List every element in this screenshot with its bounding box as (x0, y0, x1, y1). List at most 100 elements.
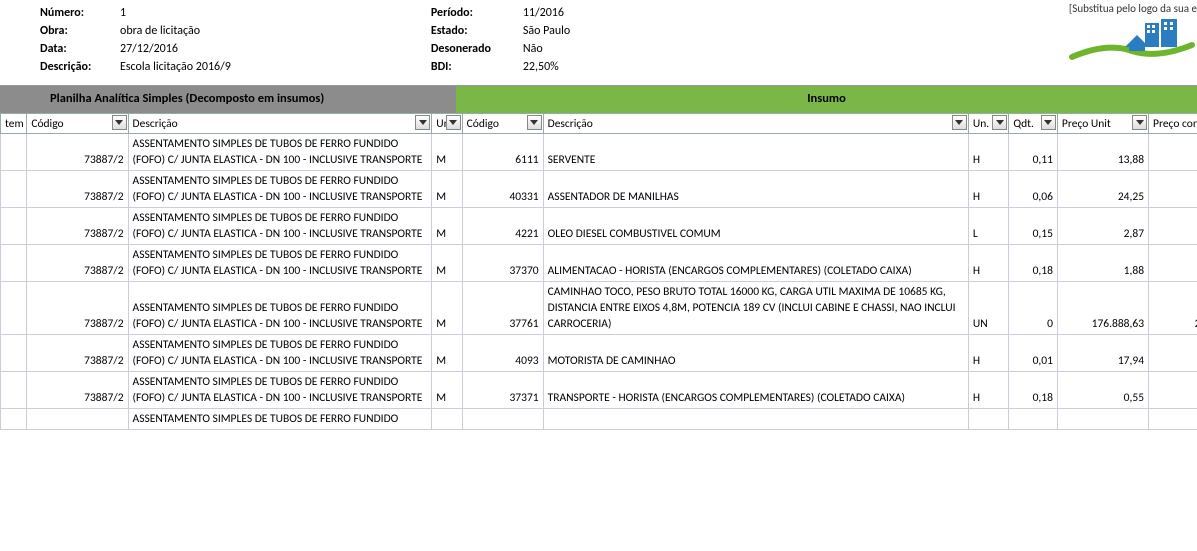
cell-un2[interactable]: UN (968, 282, 1008, 335)
col-codigo2[interactable]: Código (462, 114, 543, 134)
cell-desc2[interactable]: TRANSPORTE - HORISTA (ENCARGOS COMPLEMEN… (543, 372, 968, 409)
cell-codigo2[interactable]: 37371 (462, 372, 543, 409)
filter-dropdown-icon[interactable] (1132, 115, 1147, 130)
filter-dropdown-icon[interactable] (1041, 115, 1056, 130)
table-row[interactable]: 73887/2ASSENTAMENTO SIMPLES DE TUBOS DE … (1, 208, 1197, 245)
filter-dropdown-icon[interactable] (527, 115, 542, 130)
cell-desc2[interactable]: CAMINHAO TOCO, PESO BRUTO TOTAL 16000 KG… (543, 282, 968, 335)
cell-desc1[interactable]: ASSENTAMENTO SIMPLES DE TUBOS DE FERRO F… (128, 208, 432, 245)
col-un2[interactable]: Un. (968, 114, 1008, 134)
cell-item[interactable] (1, 282, 27, 335)
cell-codigo2[interactable]: 6111 (462, 134, 543, 171)
cell-preco[interactable]: 13,88 (1057, 134, 1148, 171)
cell-un1[interactable]: M (432, 208, 462, 245)
cell-item[interactable] (1, 335, 27, 372)
cell-item[interactable] (1, 409, 27, 430)
cell-codigo2[interactable]: 4221 (462, 208, 543, 245)
table-row[interactable]: 73887/2ASSENTAMENTO SIMPLES DE TUBOS DE … (1, 282, 1197, 335)
cell-un2[interactable]: H (968, 372, 1008, 409)
cell-qdt[interactable]: 0,18 (1009, 245, 1058, 282)
table-row[interactable]: 73887/2ASSENTAMENTO SIMPLES DE TUBOS DE … (1, 335, 1197, 372)
cell-preco[interactable] (1057, 409, 1148, 430)
col-preco-con[interactable]: Preço con (1149, 114, 1197, 134)
cell-preco[interactable]: 0,55 (1057, 372, 1148, 409)
table-row[interactable]: ASSENTAMENTO SIMPLES DE TUBOS DE FERRO F… (1, 409, 1197, 430)
col-qdt[interactable]: Qdt. (1009, 114, 1058, 134)
cell-item[interactable] (1, 134, 27, 171)
cell-un1[interactable]: M (432, 282, 462, 335)
cell-item[interactable] (1, 245, 27, 282)
cell-desc2[interactable]: SERVENTE (543, 134, 968, 171)
cell-un1[interactable]: M (432, 171, 462, 208)
cell-desc2[interactable] (543, 409, 968, 430)
cell-precocon[interactable] (1149, 335, 1197, 372)
cell-codigo1[interactable]: 73887/2 (27, 245, 128, 282)
col-preco-unit[interactable]: Preço Unit (1057, 114, 1148, 134)
cell-codigo2[interactable]: 40331 (462, 171, 543, 208)
cell-codigo1[interactable]: 73887/2 (27, 372, 128, 409)
cell-codigo1[interactable]: 73887/2 (27, 208, 128, 245)
table-row[interactable]: 73887/2ASSENTAMENTO SIMPLES DE TUBOS DE … (1, 171, 1197, 208)
cell-item[interactable] (1, 372, 27, 409)
cell-un2[interactable]: H (968, 245, 1008, 282)
cell-un1[interactable]: M (432, 134, 462, 171)
cell-desc1[interactable]: ASSENTAMENTO SIMPLES DE TUBOS DE FERRO F… (128, 245, 432, 282)
cell-un2[interactable]: H (968, 335, 1008, 372)
cell-codigo1[interactable]: 73887/2 (27, 335, 128, 372)
cell-desc2[interactable]: MOTORISTA DE CAMINHAO (543, 335, 968, 372)
cell-desc1[interactable]: ASSENTAMENTO SIMPLES DE TUBOS DE FERRO F… (128, 282, 432, 335)
filter-dropdown-icon[interactable] (992, 115, 1007, 130)
table-row[interactable]: 73887/2ASSENTAMENTO SIMPLES DE TUBOS DE … (1, 372, 1197, 409)
cell-un2[interactable]: L (968, 208, 1008, 245)
cell-desc1[interactable]: ASSENTAMENTO SIMPLES DE TUBOS DE FERRO F… (128, 171, 432, 208)
cell-preco[interactable]: 1,88 (1057, 245, 1148, 282)
cell-codigo1[interactable] (27, 409, 128, 430)
cell-codigo2[interactable]: 37761 (462, 282, 543, 335)
cell-precocon[interactable]: 216. (1149, 282, 1197, 335)
cell-codigo1[interactable]: 73887/2 (27, 171, 128, 208)
cell-un1[interactable]: M (432, 245, 462, 282)
cell-precocon[interactable] (1149, 208, 1197, 245)
cell-desc1[interactable]: ASSENTAMENTO SIMPLES DE TUBOS DE FERRO F… (128, 372, 432, 409)
cell-preco[interactable]: 24,25 (1057, 171, 1148, 208)
cell-qdt[interactable]: 0 (1009, 282, 1058, 335)
cell-preco[interactable]: 176.888,63 (1057, 282, 1148, 335)
cell-un2[interactable]: H (968, 171, 1008, 208)
cell-qdt[interactable]: 0,18 (1009, 372, 1058, 409)
col-descricao1[interactable]: Descrição (128, 114, 432, 134)
cell-precocon[interactable] (1149, 245, 1197, 282)
cell-codigo2[interactable] (462, 409, 543, 430)
cell-un2[interactable]: H (968, 134, 1008, 171)
cell-qdt[interactable]: 0,11 (1009, 134, 1058, 171)
cell-qdt[interactable] (1009, 409, 1058, 430)
cell-codigo1[interactable]: 73887/2 (27, 134, 128, 171)
col-descricao2[interactable]: Descrição (543, 114, 968, 134)
cell-codigo2[interactable]: 37370 (462, 245, 543, 282)
cell-desc1[interactable]: ASSENTAMENTO SIMPLES DE TUBOS DE FERRO F… (128, 134, 432, 171)
filter-dropdown-icon[interactable] (446, 115, 461, 130)
cell-precocon[interactable] (1149, 171, 1197, 208)
cell-qdt[interactable]: 0,15 (1009, 208, 1058, 245)
cell-precocon[interactable] (1149, 134, 1197, 171)
cell-desc2[interactable]: OLEO DIESEL COMBUSTIVEL COMUM (543, 208, 968, 245)
cell-precocon[interactable] (1149, 409, 1197, 430)
cell-preco[interactable]: 17,94 (1057, 335, 1148, 372)
cell-desc2[interactable]: ASSENTADOR DE MANILHAS (543, 171, 968, 208)
table-row[interactable]: 73887/2ASSENTAMENTO SIMPLES DE TUBOS DE … (1, 245, 1197, 282)
cell-codigo1[interactable]: 73887/2 (27, 282, 128, 335)
cell-un1[interactable]: M (432, 335, 462, 372)
cell-desc1[interactable]: ASSENTAMENTO SIMPLES DE TUBOS DE FERRO F… (128, 409, 432, 430)
cell-desc1[interactable]: ASSENTAMENTO SIMPLES DE TUBOS DE FERRO F… (128, 335, 432, 372)
cell-precocon[interactable] (1149, 372, 1197, 409)
filter-dropdown-icon[interactable] (952, 115, 967, 130)
col-un1[interactable]: Un. (432, 114, 462, 134)
cell-un2[interactable] (968, 409, 1008, 430)
cell-desc2[interactable]: ALIMENTACAO - HORISTA (ENCARGOS COMPLEME… (543, 245, 968, 282)
cell-un1[interactable] (432, 409, 462, 430)
cell-qdt[interactable]: 0,06 (1009, 171, 1058, 208)
col-codigo1[interactable]: Código (27, 114, 128, 134)
cell-preco[interactable]: 2,87 (1057, 208, 1148, 245)
cell-un1[interactable]: M (432, 372, 462, 409)
cell-codigo2[interactable]: 4093 (462, 335, 543, 372)
cell-item[interactable] (1, 171, 27, 208)
